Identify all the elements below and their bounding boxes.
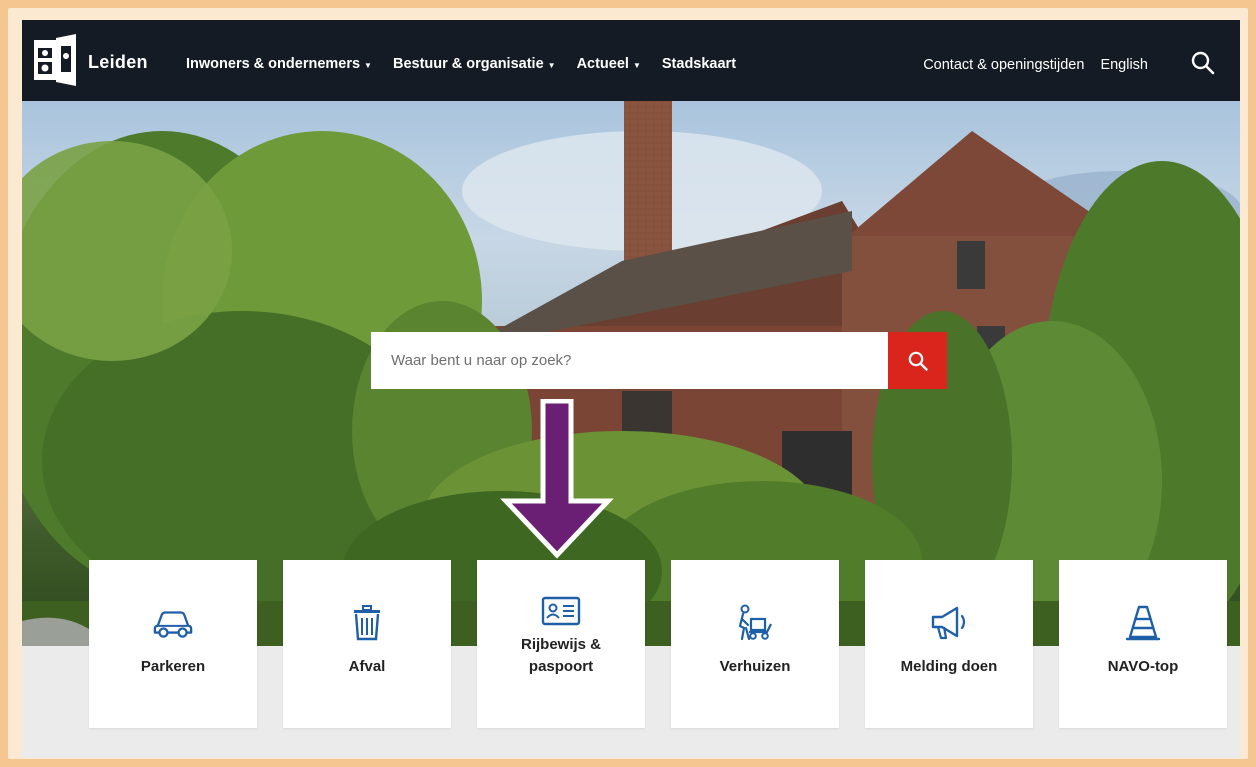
id-card-icon [541, 596, 581, 626]
quick-links: Parkeren Afval Rijbewijs & paspoort Verh… [89, 560, 1240, 728]
contact-link[interactable]: Contact & openingstijden [923, 57, 1084, 73]
cone-icon [1125, 605, 1161, 641]
page: Leiden Inwoners & ondernemers ▼ Bestuur &… [22, 20, 1240, 758]
tile-navo-top[interactable]: NAVO-top [1059, 560, 1227, 728]
tile-rijbewijs-paspoort[interactable]: Rijbewijs & paspoort [477, 560, 645, 728]
trash-icon [354, 605, 380, 641]
tile-label: Verhuizen [719, 658, 791, 675]
tile-label: Melding doen [900, 658, 998, 675]
tile-afval[interactable]: Afval [283, 560, 451, 728]
tile-parkeren[interactable]: Parkeren [89, 560, 257, 728]
top-navigation-bar: Leiden Inwoners & ondernemers ▼ Bestuur &… [22, 20, 1240, 101]
language-link[interactable]: English [1100, 57, 1148, 73]
search-icon [908, 351, 928, 371]
tile-melding-doen[interactable]: Melding doen [865, 560, 1033, 728]
nav-bestuur-organisatie[interactable]: Bestuur & organisatie ▼ [393, 56, 556, 72]
search-bar [371, 332, 947, 389]
annotation-arrow-down-icon [500, 399, 614, 559]
tile-verhuizen[interactable]: Verhuizen [671, 560, 839, 728]
nav-actueel[interactable]: Actueel ▼ [577, 56, 641, 72]
search-button[interactable] [888, 332, 947, 389]
search-input[interactable] [371, 332, 888, 389]
tile-label: NAVO-top [1107, 658, 1179, 675]
leiden-logo-icon[interactable] [34, 34, 80, 86]
megaphone-icon [931, 606, 966, 640]
nav-stadskaart[interactable]: Stadskaart [662, 56, 736, 72]
nav-inwoners-ondernemers[interactable]: Inwoners & ondernemers ▼ [186, 56, 372, 72]
moving-icon [738, 604, 772, 641]
nav-label: Actueel [576, 56, 629, 72]
search-icon[interactable] [1190, 50, 1216, 76]
car-icon [153, 611, 193, 638]
utility-links: Contact & openingstijden English [923, 57, 1148, 73]
brand-name[interactable]: Leiden [88, 52, 148, 73]
nav-label: Stadskaart [661, 56, 737, 72]
nav-label: Inwoners & ondernemers [186, 56, 361, 72]
caret-down-icon: ▼ [632, 60, 641, 70]
nav-label: Bestuur & organisatie [392, 56, 544, 72]
tile-label: Afval [348, 658, 386, 675]
caret-down-icon: ▼ [547, 60, 556, 70]
main-navigation: Inwoners & ondernemers ▼ Bestuur & organi… [186, 56, 757, 72]
tile-label: Parkeren [140, 658, 206, 675]
tile-label: Rijbewijs & paspoort [520, 636, 602, 675]
caret-down-icon: ▼ [364, 60, 372, 70]
